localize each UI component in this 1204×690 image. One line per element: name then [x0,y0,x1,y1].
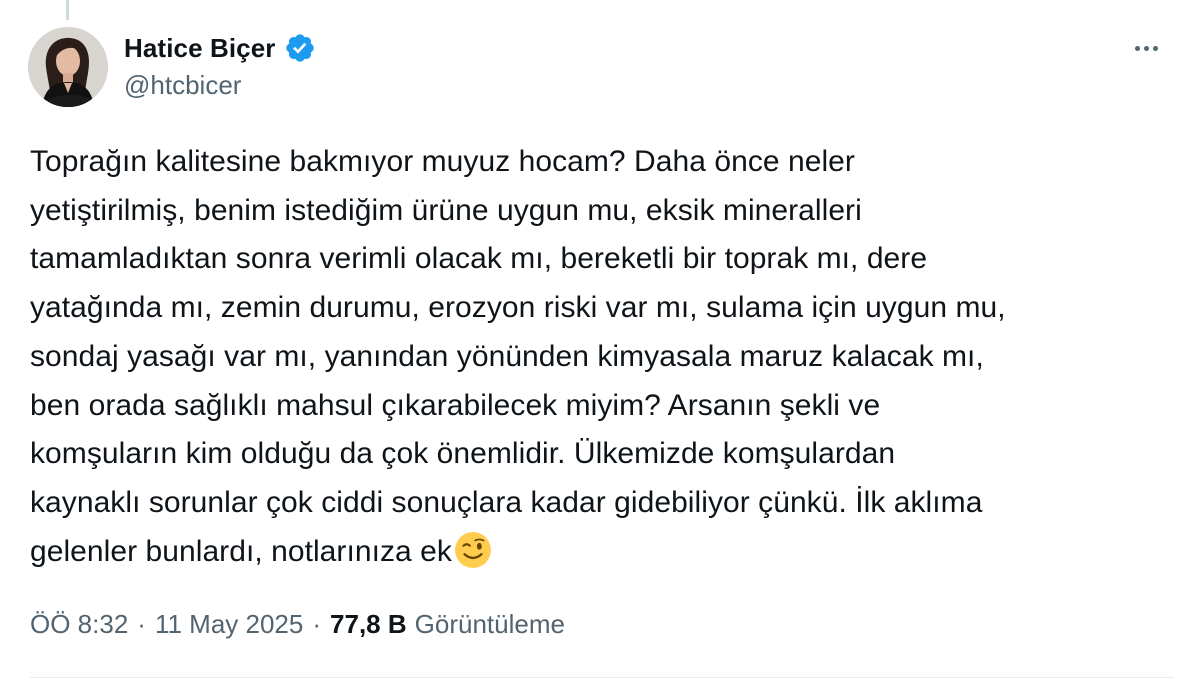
more-horizontal-icon [1134,45,1140,51]
author-handle[interactable]: @htcbicer [124,70,241,101]
avatar-photo [28,27,108,107]
views-count[interactable]: 77,8 B [330,609,407,640]
tweet-meta: ÖÖ 8:32 · 11 May 2025 · 77,8 B Görüntüle… [30,604,565,644]
tweet-text: Toprağın kalitesine bakmıyor muyuz hocam… [30,138,1170,576]
verified-badge-icon[interactable] [284,32,316,64]
winking-face-emoji-icon [454,531,492,569]
tweet-body: Toprağın kalitesine bakmıyor muyuz hocam… [30,145,1006,568]
author-display-name[interactable]: Hatice Biçer [124,33,276,64]
tweet-time[interactable]: ÖÖ 8:32 [30,609,128,640]
meta-separator: · [137,608,146,639]
more-horizontal-icon-dot [1143,45,1149,51]
more-options-button[interactable] [1126,32,1166,64]
thread-connector-line [66,0,69,20]
views-label[interactable]: Görüntüleme [415,609,565,640]
more-horizontal-icon-dot [1152,45,1158,51]
author-name-row: Hatice Biçer [124,28,316,68]
avatar[interactable] [28,27,108,107]
divider [30,677,1174,678]
tweet-date[interactable]: 11 May 2025 [155,609,303,640]
meta-separator: · [312,608,322,639]
